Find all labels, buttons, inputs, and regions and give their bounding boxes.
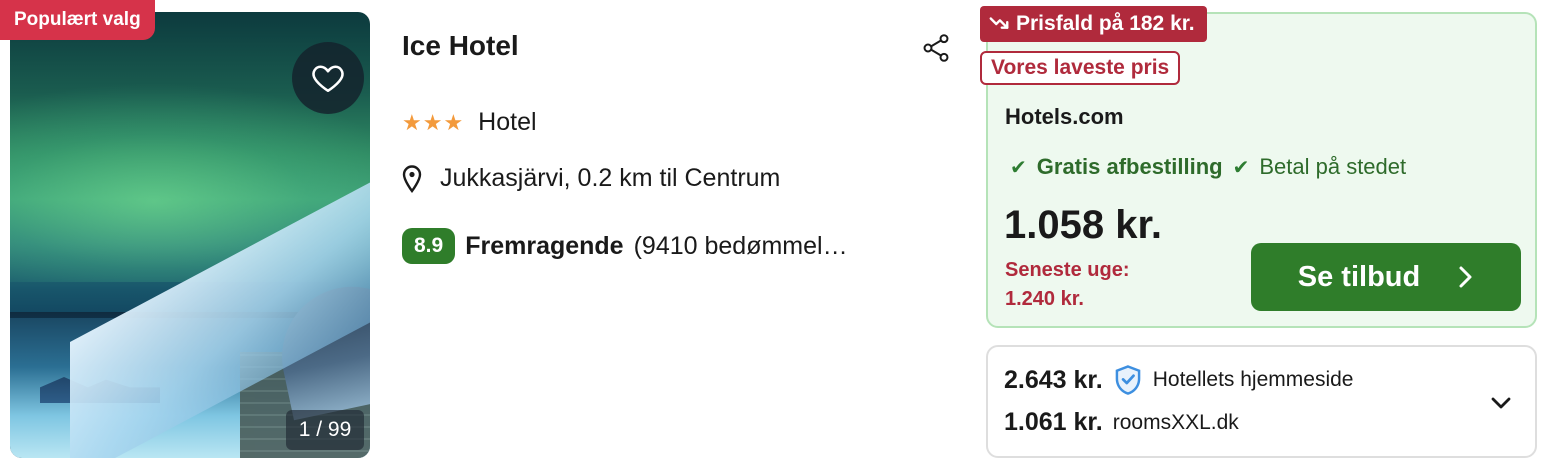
- heart-icon: [312, 65, 344, 93]
- offer-site: roomsXXL.dk: [1112, 410, 1239, 434]
- offer-price: 2.643 kr.: [1004, 365, 1103, 394]
- rating-score: 8.9: [402, 228, 456, 264]
- check-icon: ✔: [1232, 156, 1250, 179]
- offer-price: 1.061 kr.: [1004, 408, 1103, 436]
- price-drop-tag: Prisfald på 182 kr.: [980, 6, 1207, 42]
- deal-price: 1.058 kr.: [1004, 203, 1162, 247]
- perk-free-cancellation: Gratis afbestilling: [1036, 154, 1223, 179]
- trend-down-icon: [989, 17, 1009, 29]
- shield-check-icon: [1115, 365, 1141, 395]
- map-pin-icon: [402, 164, 422, 193]
- photo-counter: 1 / 99: [286, 410, 364, 450]
- view-deal-label: Se tilbud: [1297, 260, 1421, 293]
- star-rating: ★★★: [402, 109, 465, 135]
- hotel-type: Hotel: [478, 108, 537, 136]
- last-week-value: 1.240 kr.: [1005, 288, 1084, 310]
- chevron-right-icon: [1459, 266, 1472, 288]
- location-text: Jukkasjärvi, 0.2 km til Centrum: [440, 164, 781, 192]
- chevron-down-icon: [1491, 397, 1511, 409]
- hotel-photo[interactable]: 1 / 99: [10, 12, 370, 458]
- hotel-rating[interactable]: 8.9 Fremragende (9410 bedømmel…: [402, 228, 848, 264]
- hotel-class: ★★★ Hotel: [402, 108, 537, 137]
- rating-word: Fremragende: [465, 231, 624, 260]
- check-icon: ✔: [1010, 156, 1027, 179]
- other-offers-panel[interactable]: [986, 345, 1537, 458]
- price-drop-text: Prisfald på 182 kr.: [1016, 12, 1195, 35]
- perk-pay-at-property: Betal på stedet: [1259, 154, 1407, 179]
- offer-site: Hotellets hjemmeside: [1152, 368, 1354, 391]
- deal-provider: Hotels.com: [1005, 104, 1124, 129]
- hotel-name[interactable]: Ice Hotel: [402, 30, 519, 62]
- favorite-button[interactable]: [292, 42, 364, 114]
- deal-perks: ✔ Gratis afbestilling ✔ Betal på stedet: [1010, 154, 1406, 180]
- share-button[interactable]: [918, 30, 954, 66]
- last-week-price: Seneste uge: 1.240 kr.: [1005, 256, 1129, 314]
- lowest-price-tag: Vores laveste pris: [980, 51, 1181, 85]
- rating-count: (9410 bedømmel…: [633, 231, 848, 260]
- last-week-label: Seneste uge:: [1005, 259, 1130, 281]
- offer-row[interactable]: 1.061 kr. roomsXXL.dk: [1004, 408, 1239, 437]
- hotel-location[interactable]: Jukkasjärvi, 0.2 km til Centrum: [402, 164, 780, 193]
- popular-badge: Populært valg: [0, 0, 155, 40]
- view-deal-button[interactable]: Se tilbud: [1251, 243, 1521, 311]
- share-icon: [923, 34, 949, 62]
- expand-offers-button[interactable]: [1488, 390, 1514, 416]
- offer-row[interactable]: 2.643 kr. Hotellets hjemmeside: [1004, 364, 1353, 396]
